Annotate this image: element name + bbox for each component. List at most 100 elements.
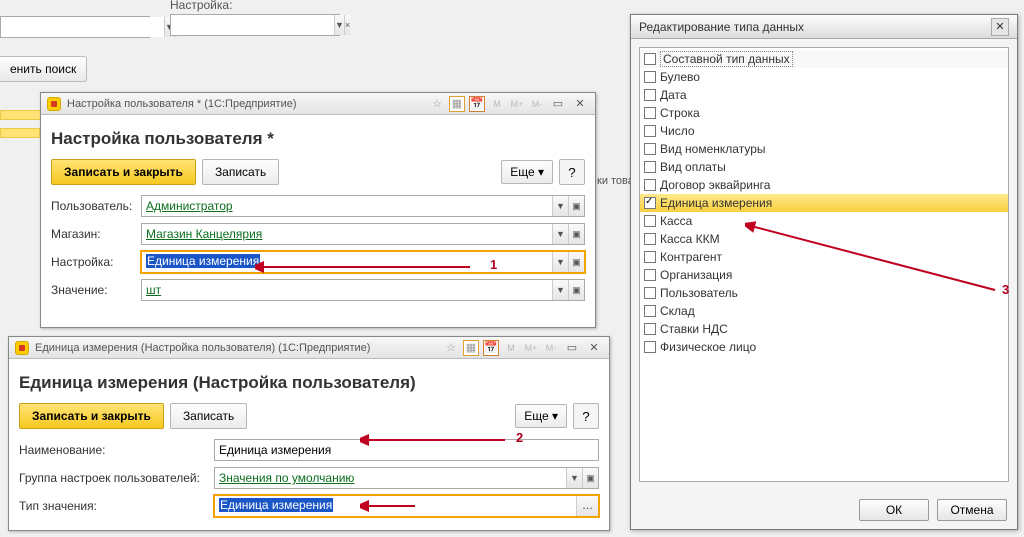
type-label: Тип значения: (19, 499, 214, 513)
save-button[interactable]: Записать (170, 403, 247, 429)
m-icon: M (503, 340, 519, 356)
type-item[interactable]: Склад (640, 302, 1008, 320)
type-item[interactable]: Булево (640, 68, 1008, 86)
dropdown-icon[interactable]: ▼ (566, 468, 582, 488)
open-icon[interactable]: ▣ (568, 252, 584, 272)
save-close-button[interactable]: Записать и закрыть (19, 403, 164, 429)
unit-setting-window: Единица измерения (Настройка пользовател… (8, 336, 610, 531)
more-button[interactable]: Еще ▾ (515, 404, 567, 428)
checkbox-icon[interactable] (644, 179, 656, 191)
open-icon[interactable]: ▣ (568, 224, 584, 244)
type-item[interactable]: Число (640, 122, 1008, 140)
type-item-label: Составной тип данных (660, 51, 793, 67)
user-settings-window: Настройка пользователя * (1С:Предприятие… (40, 92, 596, 328)
help-button[interactable]: ? (559, 159, 585, 185)
apply-search-button[interactable]: енить поиск (0, 56, 87, 82)
calendar-icon[interactable]: 📅 (469, 96, 485, 112)
type-item-label: Вид оплаты (660, 160, 726, 174)
highlight-strip (0, 128, 40, 138)
type-item[interactable]: Дата (640, 86, 1008, 104)
m-icon: M (489, 96, 505, 112)
name-input[interactable] (215, 440, 598, 460)
star-icon[interactable]: ☆ (429, 96, 445, 112)
checkbox-icon[interactable] (644, 341, 656, 353)
type-item[interactable]: Касса ККМ (640, 230, 1008, 248)
table-icon[interactable]: ▦ (449, 96, 465, 112)
setting-label: Настройка: (51, 255, 141, 269)
user-input[interactable] (142, 196, 552, 216)
clear-icon[interactable]: × (344, 15, 350, 35)
checkbox-icon[interactable] (644, 197, 656, 209)
open-icon[interactable]: ▣ (568, 196, 584, 216)
type-item[interactable]: Организация (640, 266, 1008, 284)
checkbox-icon[interactable] (644, 107, 656, 119)
minimize-button[interactable]: ▭ (549, 96, 567, 112)
save-close-button[interactable]: Записать и закрыть (51, 159, 196, 185)
type-item-label: Строка (660, 106, 700, 120)
type-item[interactable]: Вид оплаты (640, 158, 1008, 176)
checkbox-icon[interactable] (644, 71, 656, 83)
setting-input-selected[interactable]: Единица измерения (146, 254, 260, 268)
open-icon[interactable]: ▣ (568, 280, 584, 300)
save-button[interactable]: Записать (202, 159, 279, 185)
table-icon[interactable]: ▦ (463, 340, 479, 356)
checkbox-icon[interactable] (644, 269, 656, 281)
more-button[interactable]: Еще ▾ (501, 160, 553, 184)
type-item[interactable]: Пользователь (640, 284, 1008, 302)
dropdown-icon[interactable]: ▼ (552, 252, 568, 272)
type-item-label: Контрагент (660, 250, 722, 264)
app-logo-icon (15, 341, 29, 355)
checkbox-icon[interactable] (644, 89, 656, 101)
group-input[interactable] (215, 468, 566, 488)
dropdown-icon[interactable]: ▼ (552, 280, 568, 300)
checkbox-icon[interactable] (644, 305, 656, 317)
type-item[interactable]: Физическое лицо (640, 338, 1008, 356)
value-input[interactable] (142, 280, 552, 300)
type-item-label: Булево (660, 70, 700, 84)
close-button[interactable]: ✕ (571, 96, 589, 112)
type-item[interactable]: Вид номенклатуры (640, 140, 1008, 158)
type-item[interactable]: Единица измерения (640, 194, 1008, 212)
open-icon[interactable]: ▣ (582, 468, 598, 488)
window-title: Настройка пользователя * (1С:Предприятие… (67, 98, 297, 110)
setting-combo-input[interactable] (171, 15, 334, 35)
dropdown-icon[interactable]: ▼ (552, 196, 568, 216)
type-item[interactable]: Составной тип данных (640, 50, 1008, 68)
close-button[interactable]: ✕ (991, 18, 1009, 36)
checkbox-icon[interactable] (644, 251, 656, 263)
dropdown-icon[interactable]: ▼ (334, 15, 344, 35)
store-input[interactable] (142, 224, 552, 244)
filter-1-input[interactable] (1, 17, 164, 37)
group-label: Группа настроек пользователей: (19, 471, 214, 485)
checkbox-icon[interactable] (644, 143, 656, 155)
name-label: Наименование: (19, 443, 214, 457)
cancel-button[interactable]: Отмена (937, 499, 1007, 521)
checkbox-icon[interactable] (644, 323, 656, 335)
calendar-icon[interactable]: 📅 (483, 340, 499, 356)
close-button[interactable]: ✕ (585, 340, 603, 356)
type-item-label: Число (660, 124, 695, 138)
checkbox-icon[interactable] (644, 53, 656, 65)
checkbox-icon[interactable] (644, 233, 656, 245)
type-list[interactable]: Составной тип данных Булево Дата Строка Числ… (639, 47, 1009, 482)
checkbox-icon[interactable] (644, 287, 656, 299)
checkbox-icon[interactable] (644, 161, 656, 173)
type-item-label: Вид номенклатуры (660, 142, 766, 156)
minimize-button[interactable]: ▭ (563, 340, 581, 356)
checkbox-icon[interactable] (644, 125, 656, 137)
star-icon[interactable]: ☆ (443, 340, 459, 356)
type-item[interactable]: Договор эквайринга (640, 176, 1008, 194)
type-item[interactable]: Контрагент (640, 248, 1008, 266)
type-item-label: Пользователь (660, 286, 738, 300)
type-input-selected[interactable]: Единица измерения (219, 498, 333, 512)
type-item[interactable]: Ставки НДС (640, 320, 1008, 338)
ellipsis-button[interactable]: … (576, 496, 598, 516)
checkbox-icon[interactable] (644, 215, 656, 227)
type-item[interactable]: Касса (640, 212, 1008, 230)
m-plus-icon: M+ (509, 96, 525, 112)
dialog-titlebar: Редактирование типа данных ✕ (631, 15, 1017, 39)
dropdown-icon[interactable]: ▼ (552, 224, 568, 244)
help-button[interactable]: ? (573, 403, 599, 429)
ok-button[interactable]: ОК (859, 499, 929, 521)
type-item[interactable]: Строка (640, 104, 1008, 122)
